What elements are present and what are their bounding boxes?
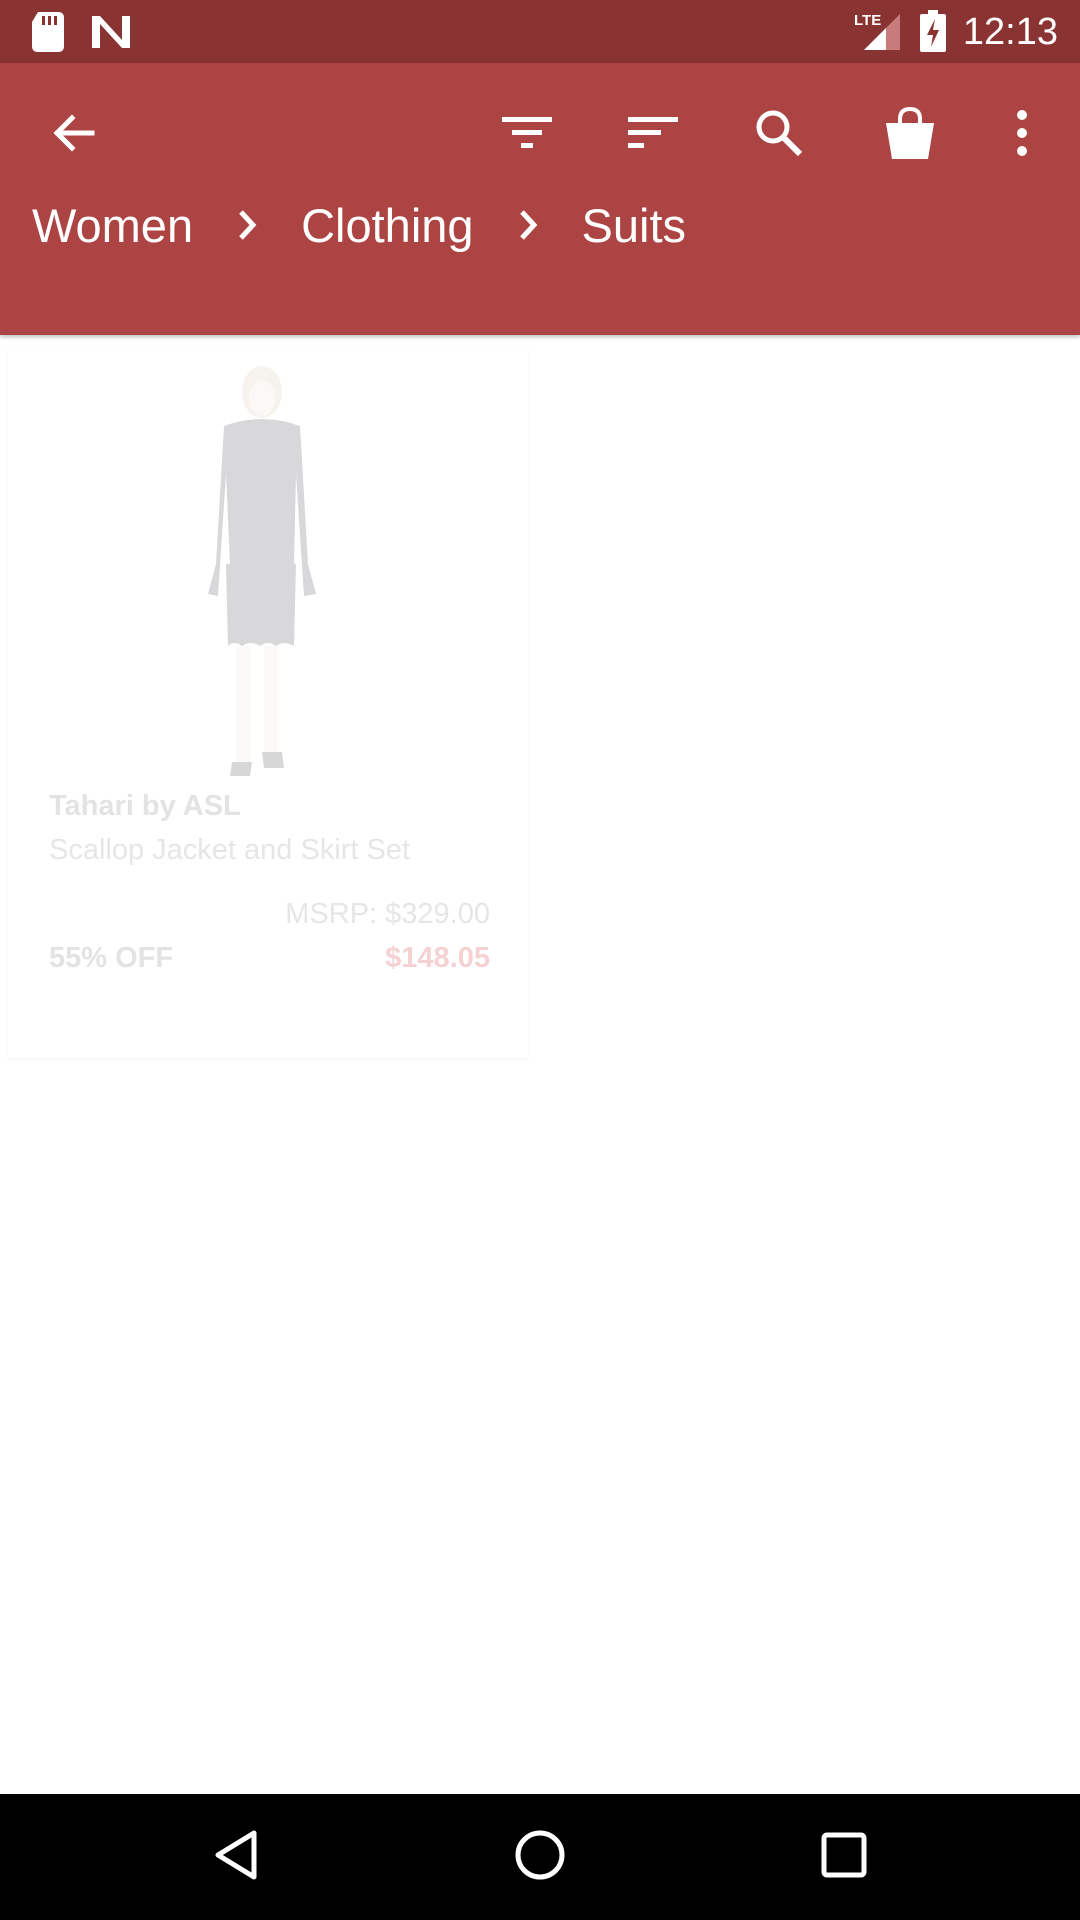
sort-icon	[628, 115, 678, 156]
back-button[interactable]	[26, 87, 122, 183]
status-time: 12:13	[962, 11, 1058, 53]
chevron-right-icon	[193, 209, 301, 241]
more-options-button[interactable]	[974, 87, 1070, 183]
breadcrumb-item-women[interactable]: Women	[32, 198, 193, 253]
nav-home-button[interactable]	[500, 1817, 580, 1897]
product-brand: Tahari by ASL	[49, 790, 241, 822]
back-triangle-icon	[212, 1829, 260, 1886]
sort-button[interactable]	[605, 87, 701, 183]
breadcrumb-item-suits: Suits	[581, 198, 687, 252]
sd-card-icon	[32, 12, 64, 57]
app-bar: Women Clothing Suits	[0, 63, 1080, 335]
shopping-bag-button[interactable]	[862, 87, 958, 183]
n-notification-icon	[90, 14, 132, 55]
chevron-right-icon	[474, 209, 582, 241]
status-bar: LTE 12:13	[0, 0, 1080, 63]
product-price: $148.05	[385, 942, 490, 974]
product-card[interactable]: Tahari by ASL Scallop Jacket and Skirt S…	[8, 348, 528, 1058]
breadcrumb-item-clothing[interactable]: Clothing	[301, 198, 473, 253]
lte-signal-icon: LTE	[852, 10, 902, 57]
home-circle-icon	[514, 1829, 566, 1886]
network-label: LTE	[854, 12, 881, 29]
shopping-bag-icon	[882, 105, 938, 166]
system-nav-bar	[0, 1794, 1080, 1920]
product-discount: 55% OFF	[49, 942, 174, 974]
product-msrp: MSRP: $329.00	[285, 898, 490, 930]
back-arrow-icon	[50, 109, 98, 162]
recents-square-icon	[820, 1831, 868, 1884]
battery-charging-icon	[920, 10, 946, 57]
search-button[interactable]	[731, 87, 827, 183]
more-vert-icon	[1016, 109, 1028, 161]
filter-icon	[502, 115, 552, 156]
breadcrumb: Women Clothing Suits	[32, 180, 686, 270]
filter-button[interactable]	[479, 87, 575, 183]
product-name: Scallop Jacket and Skirt Set	[49, 834, 411, 866]
nav-recents-button[interactable]	[804, 1817, 884, 1897]
nav-back-button[interactable]	[196, 1817, 276, 1897]
search-icon	[754, 108, 804, 163]
product-image	[204, 364, 354, 784]
